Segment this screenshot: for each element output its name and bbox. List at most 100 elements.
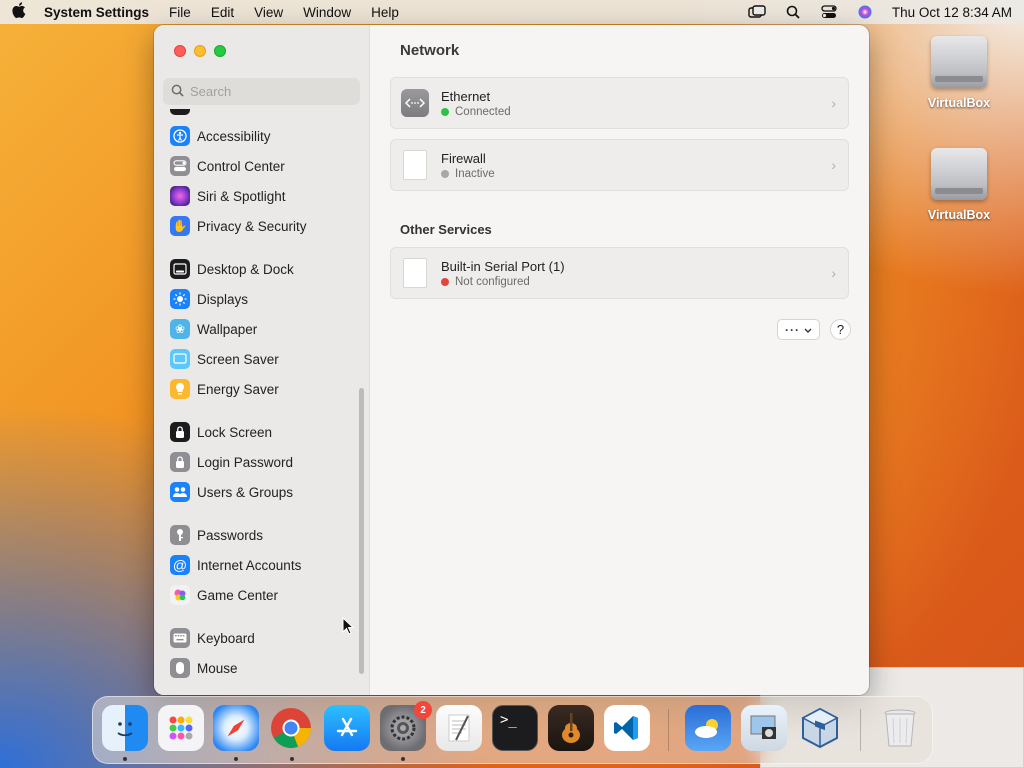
chrome-icon[interactable] <box>268 705 314 751</box>
desktop-icon-virtualbox-1[interactable]: VirtualBox <box>919 36 999 110</box>
dock-icon <box>170 259 190 279</box>
close-button[interactable] <box>174 45 186 57</box>
sidebar-item-game-center[interactable]: Game Center <box>170 582 278 608</box>
help-button[interactable]: ? <box>830 319 851 340</box>
menu-file[interactable]: File <box>169 5 191 20</box>
service-row-ethernet[interactable]: Ethernet Connected › <box>390 77 849 129</box>
wallpaper-icon: ❀ <box>170 319 190 339</box>
virtualbox-icon[interactable] <box>797 705 843 751</box>
preview-icon[interactable] <box>741 705 787 751</box>
sidebar-item-label: Control Center <box>197 158 285 174</box>
sidebar-item-label: Displays <box>197 291 249 307</box>
menu-view[interactable]: View <box>254 5 283 20</box>
terminal-icon[interactable]: >_ <box>492 705 538 751</box>
disk-drive-icon <box>931 36 987 88</box>
sidebar-scrollbar[interactable] <box>359 388 364 674</box>
running-indicator <box>234 757 238 761</box>
garageband-icon[interactable] <box>548 705 594 751</box>
more-actions-button[interactable]: ··· <box>777 319 820 340</box>
sidebar-item-control-center[interactable]: Control Center <box>170 153 285 179</box>
service-name: Firewall <box>441 150 486 166</box>
launchpad-icon[interactable] <box>158 705 204 751</box>
running-indicator <box>290 757 294 761</box>
app-name-menu[interactable]: System Settings <box>44 5 149 20</box>
control-center-icon[interactable] <box>820 5 838 19</box>
sidebar-item-label: Desktop & Dock <box>197 261 294 277</box>
sidebar-item-passwords[interactable]: Passwords <box>170 522 263 548</box>
sidebar-item-login-password[interactable]: Login Password <box>170 449 293 475</box>
siri-icon[interactable] <box>856 5 874 19</box>
control-center-icon <box>170 156 190 176</box>
document-icon <box>403 150 427 180</box>
service-name: Built-in Serial Port (1) <box>441 258 565 274</box>
search-field[interactable] <box>163 78 360 105</box>
sidebar-item-label: Screen Saver <box>197 351 279 367</box>
sidebar-item-lock-screen[interactable]: Lock Screen <box>170 419 272 445</box>
system-settings-icon[interactable]: 2 <box>380 701 432 751</box>
ethernet-icon <box>401 89 429 117</box>
desktop-icon-label: VirtualBox <box>927 96 991 110</box>
spotlight-search-icon[interactable] <box>784 5 802 19</box>
notification-badge: 2 <box>414 701 432 719</box>
menu-window[interactable]: Window <box>303 5 351 20</box>
sidebar-item-keyboard[interactable]: Keyboard <box>170 625 255 651</box>
screen-mirroring-icon[interactable] <box>748 5 766 19</box>
menu-edit[interactable]: Edit <box>211 5 234 20</box>
sidebar-item-desktop-dock[interactable]: Desktop & Dock <box>170 256 294 282</box>
sidebar-item-partial <box>170 109 190 115</box>
trash-icon[interactable] <box>877 705 923 751</box>
sidebar-item-screen-saver[interactable]: Screen Saver <box>170 346 279 372</box>
sidebar-item-label: Wallpaper <box>197 321 258 337</box>
service-status: Not configured <box>441 276 565 288</box>
chevron-right-icon: › <box>831 95 836 111</box>
service-status: Connected <box>441 106 511 118</box>
sidebar-item-label: Passwords <box>197 527 264 543</box>
mouse-cursor-icon <box>342 617 354 635</box>
sidebar-item-privacy-security[interactable]: ✋ Privacy & Security <box>170 213 307 239</box>
sidebar-item-energy-saver[interactable]: Energy Saver <box>170 376 279 402</box>
chevron-down-icon <box>804 323 812 337</box>
mouse-icon <box>170 658 190 678</box>
page-title: Network <box>400 42 460 59</box>
service-name: Ethernet <box>441 88 491 104</box>
at-icon: @ <box>170 555 190 575</box>
sidebar-item-accessibility[interactable]: Accessibility <box>170 123 271 149</box>
status-dot-green <box>441 107 449 116</box>
clock[interactable]: Thu Oct 12 8:34 AM <box>892 5 1012 20</box>
desktop-icon-virtualbox-2[interactable]: VirtualBox <box>919 148 999 222</box>
chevron-right-icon: › <box>831 157 836 173</box>
window-controls <box>174 45 226 57</box>
weather-icon[interactable] <box>685 705 731 751</box>
apple-menu-icon[interactable] <box>12 2 30 22</box>
dock-separator <box>860 709 861 751</box>
service-status-text: Inactive <box>455 167 495 180</box>
safari-icon[interactable] <box>213 705 259 751</box>
sidebar-item-internet-accounts[interactable]: @ Internet Accounts <box>170 552 301 578</box>
service-status: Inactive <box>441 168 495 180</box>
document-icon <box>403 258 427 288</box>
sidebar-item-mouse[interactable]: Mouse <box>170 655 238 681</box>
sidebar-item-label: Accessibility <box>197 128 271 144</box>
finder-icon[interactable] <box>102 705 148 751</box>
service-row-firewall[interactable]: Firewall Inactive › <box>390 139 849 191</box>
sidebar-item-label: Internet Accounts <box>197 557 302 573</box>
sidebar-item-displays[interactable]: Displays <box>170 286 248 312</box>
service-row-serial-port[interactable]: Built-in Serial Port (1) Not configured … <box>390 247 849 299</box>
status-dot-gray <box>441 169 449 178</box>
menu-help[interactable]: Help <box>371 5 399 20</box>
vscode-icon[interactable] <box>604 705 650 751</box>
textedit-icon[interactable] <box>436 705 482 751</box>
minimize-button[interactable] <box>194 45 206 57</box>
service-status-text: Not configured <box>455 275 530 288</box>
search-input[interactable] <box>190 84 350 99</box>
sidebar-item-label: Users & Groups <box>197 484 294 500</box>
sidebar-item-users-groups[interactable]: Users & Groups <box>170 479 293 505</box>
app-store-icon[interactable] <box>324 705 370 751</box>
zoom-button[interactable] <box>214 45 226 57</box>
sidebar-item-label: Energy Saver <box>197 381 279 397</box>
keyboard-icon <box>170 628 190 648</box>
sidebar-item-siri-spotlight[interactable]: Siri & Spotlight <box>170 183 286 209</box>
sidebar-item-wallpaper[interactable]: ❀ Wallpaper <box>170 316 257 342</box>
system-settings-window: Accessibility Control Center Siri & Spot… <box>154 25 869 695</box>
chevron-right-icon: › <box>831 265 836 281</box>
